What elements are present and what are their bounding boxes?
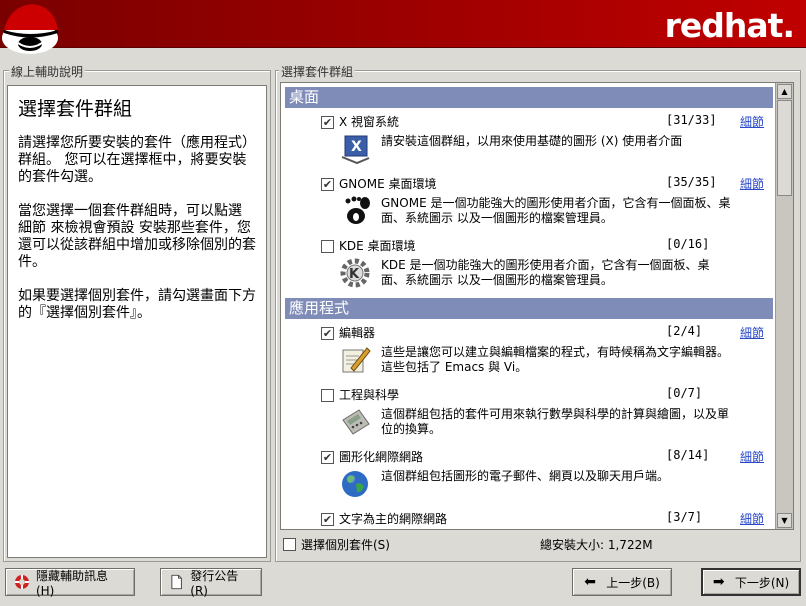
details-link[interactable]: 細節 [740, 510, 764, 527]
group-row-editors: ✔ 編輯器 [2/4] 細節 這些是讓您可以建立與編輯檔案的程式，有時候稱為文字… [281, 319, 775, 381]
next-label: 下一步(N) [734, 575, 790, 590]
back-label: 上一步(B) [606, 575, 660, 590]
group-count: [2/4] [666, 324, 703, 338]
group-name: 工程與科學 [339, 388, 400, 402]
group-checkbox[interactable]: ✔ [321, 451, 334, 464]
group-checkbox[interactable]: ✔ [321, 116, 334, 129]
group-name: 文字為主的網際網路 [339, 512, 448, 526]
help-title: 選擇套件群組 [18, 98, 133, 120]
document-icon [171, 574, 182, 590]
details-link[interactable]: 細節 [740, 448, 764, 465]
individual-packages-label[interactable]: 選擇個別套件(S) [301, 536, 390, 553]
individual-packages-checkbox[interactable] [283, 538, 296, 551]
group-description: 請安裝這個群組，以用來使用基礎的圖形 (X) 使用者介面 [381, 134, 683, 148]
x-window-icon: X [341, 135, 370, 165]
group-row-engineering: 工程與科學 [0/7] 這個群組包括的套件可用來執行數學與科學的計算與繪圖，以及… [281, 381, 775, 443]
group-checkbox[interactable]: ✔ [321, 178, 334, 191]
arrow-left-icon: ⬅ [584, 574, 596, 590]
redhat-wordmark: redhat. [664, 6, 795, 45]
scroll-up-icon[interactable]: ▲ [777, 84, 792, 99]
group-count: [8/14] [666, 448, 710, 462]
release-notes-label: 發行公告(R) [190, 568, 239, 598]
package-list-scrollbar[interactable]: ▲ ▼ [775, 83, 793, 529]
group-name: 圖形化網際網路 [339, 450, 424, 464]
hide-help-label: 隱藏輔助訊息(H) [35, 568, 108, 598]
group-name: X 視窗系統 [339, 115, 400, 129]
redhat-banner: redhat. [0, 0, 806, 54]
details-link[interactable]: 細節 [740, 113, 764, 130]
calculator-icon [342, 409, 370, 435]
group-count: [35/35] [666, 175, 717, 189]
group-checkbox[interactable]: ✔ [321, 327, 334, 340]
group-checkbox[interactable]: ✔ [321, 513, 334, 526]
group-description: KDE 是一個功能強大的圖形使用者介面，它含有一個面板、桌面、系統圖示 以及一個… [381, 258, 710, 287]
package-frame-label: 選擇套件群組 [279, 63, 356, 80]
help-paragraph: 如果要選擇個別套件，請勾選畫面下方的『選擇個別套件』。 [18, 288, 256, 321]
category-header-applications: 應用程式 [285, 298, 773, 319]
package-list: 桌面 ✔ X 視窗系統 [31/33] 細節 X 請安裝這個群組，以用來使用基礎… [281, 83, 775, 529]
help-paragraph: 請選擇您所要安裝的套件（應用程式）群組。 您可以在選擇框中，將要安裝的套件勾選。 [18, 135, 256, 185]
help-paragraph: 當您選擇一個套件群組時，可以點選 細節 來檢視會預設 安裝那些套件，您還可以從該… [18, 203, 256, 270]
total-install-size: 總安裝大小: 1,722M [540, 538, 653, 552]
hide-help-button[interactable]: 隱藏輔助訊息(H) [5, 568, 135, 598]
kde-icon: K [340, 258, 370, 288]
scroll-down-icon[interactable]: ▼ [777, 513, 792, 528]
globe-icon [342, 471, 368, 497]
group-row-kde: KDE 桌面環境 [0/16] K KDE 是一個功能強大的圖形使用者介面，它含… [281, 232, 775, 294]
group-checkbox[interactable] [321, 389, 334, 402]
group-checkbox[interactable] [321, 240, 334, 253]
group-name: KDE 桌面環境 [339, 239, 416, 253]
svg-text:K: K [349, 267, 360, 282]
editor-icon [342, 347, 371, 373]
package-list-pane: 桌面 ✔ X 視窗系統 [31/33] 細節 X 請安裝這個群組，以用來使用基礎… [280, 82, 794, 530]
group-count: [0/16] [666, 237, 710, 251]
details-link[interactable]: 細節 [740, 175, 764, 192]
help-pane: 選擇套件群組 請選擇您所要安裝的套件（應用程式）群組。 您可以在選擇框中，將要安… [7, 85, 267, 558]
shadowman-logo-icon [2, 4, 58, 54]
group-description: 這個群組包括圖形的電子郵件、網頁以及聊天用戶端。 [381, 469, 670, 483]
group-row-x-window: ✔ X 視窗系統 [31/33] 細節 X 請安裝這個群組，以用來使用基礎的圖形… [281, 108, 775, 170]
group-count: [3/7] [666, 510, 703, 524]
back-button[interactable]: ⬅ 上一步(B) [572, 568, 672, 596]
group-row-text-internet: ✔ 文字為主的網際網路 [3/7] 細節 [281, 505, 775, 529]
group-count: [31/33] [666, 113, 717, 127]
group-row-gnome: ✔ GNOME 桌面環境 [35/35] 細節 GNOME 是一個功能強大的圖形… [281, 170, 775, 232]
group-description: 這個群組包括的套件可用來執行數學與科學的計算與繪圖，以及單位的換算。 [381, 407, 730, 436]
gnome-icon [345, 196, 370, 224]
svg-text:X: X [351, 139, 362, 155]
group-count: [0/7] [666, 386, 703, 400]
group-description: 這些是讓您可以建立與編輯檔案的程式，有時候稱為文字編輯器。 這些包括了 Emac… [381, 345, 730, 374]
category-header-desktop: 桌面 [285, 87, 773, 108]
release-notes-button[interactable]: 發行公告(R) [160, 568, 262, 598]
help-frame-label: 線上輔助說明 [9, 63, 86, 80]
group-name: 編輯器 [339, 326, 376, 340]
lifebuoy-icon [14, 575, 29, 589]
arrow-right-icon: ➡ [712, 574, 725, 590]
group-description: GNOME 是一個功能強大的圖形使用者介面，它含有一個面板、桌面、系統圖示 以及… [381, 196, 731, 225]
details-link[interactable]: 細節 [740, 324, 764, 341]
group-row-graphical-internet: ✔ 圖形化網際網路 [8/14] 細節 這個群組包括圖形的電子郵件、網頁以及聊天… [281, 443, 775, 505]
scrollbar-thumb[interactable] [777, 100, 792, 196]
group-name: GNOME 桌面環境 [339, 177, 437, 191]
next-button[interactable]: ➡ 下一步(N) [701, 568, 801, 596]
